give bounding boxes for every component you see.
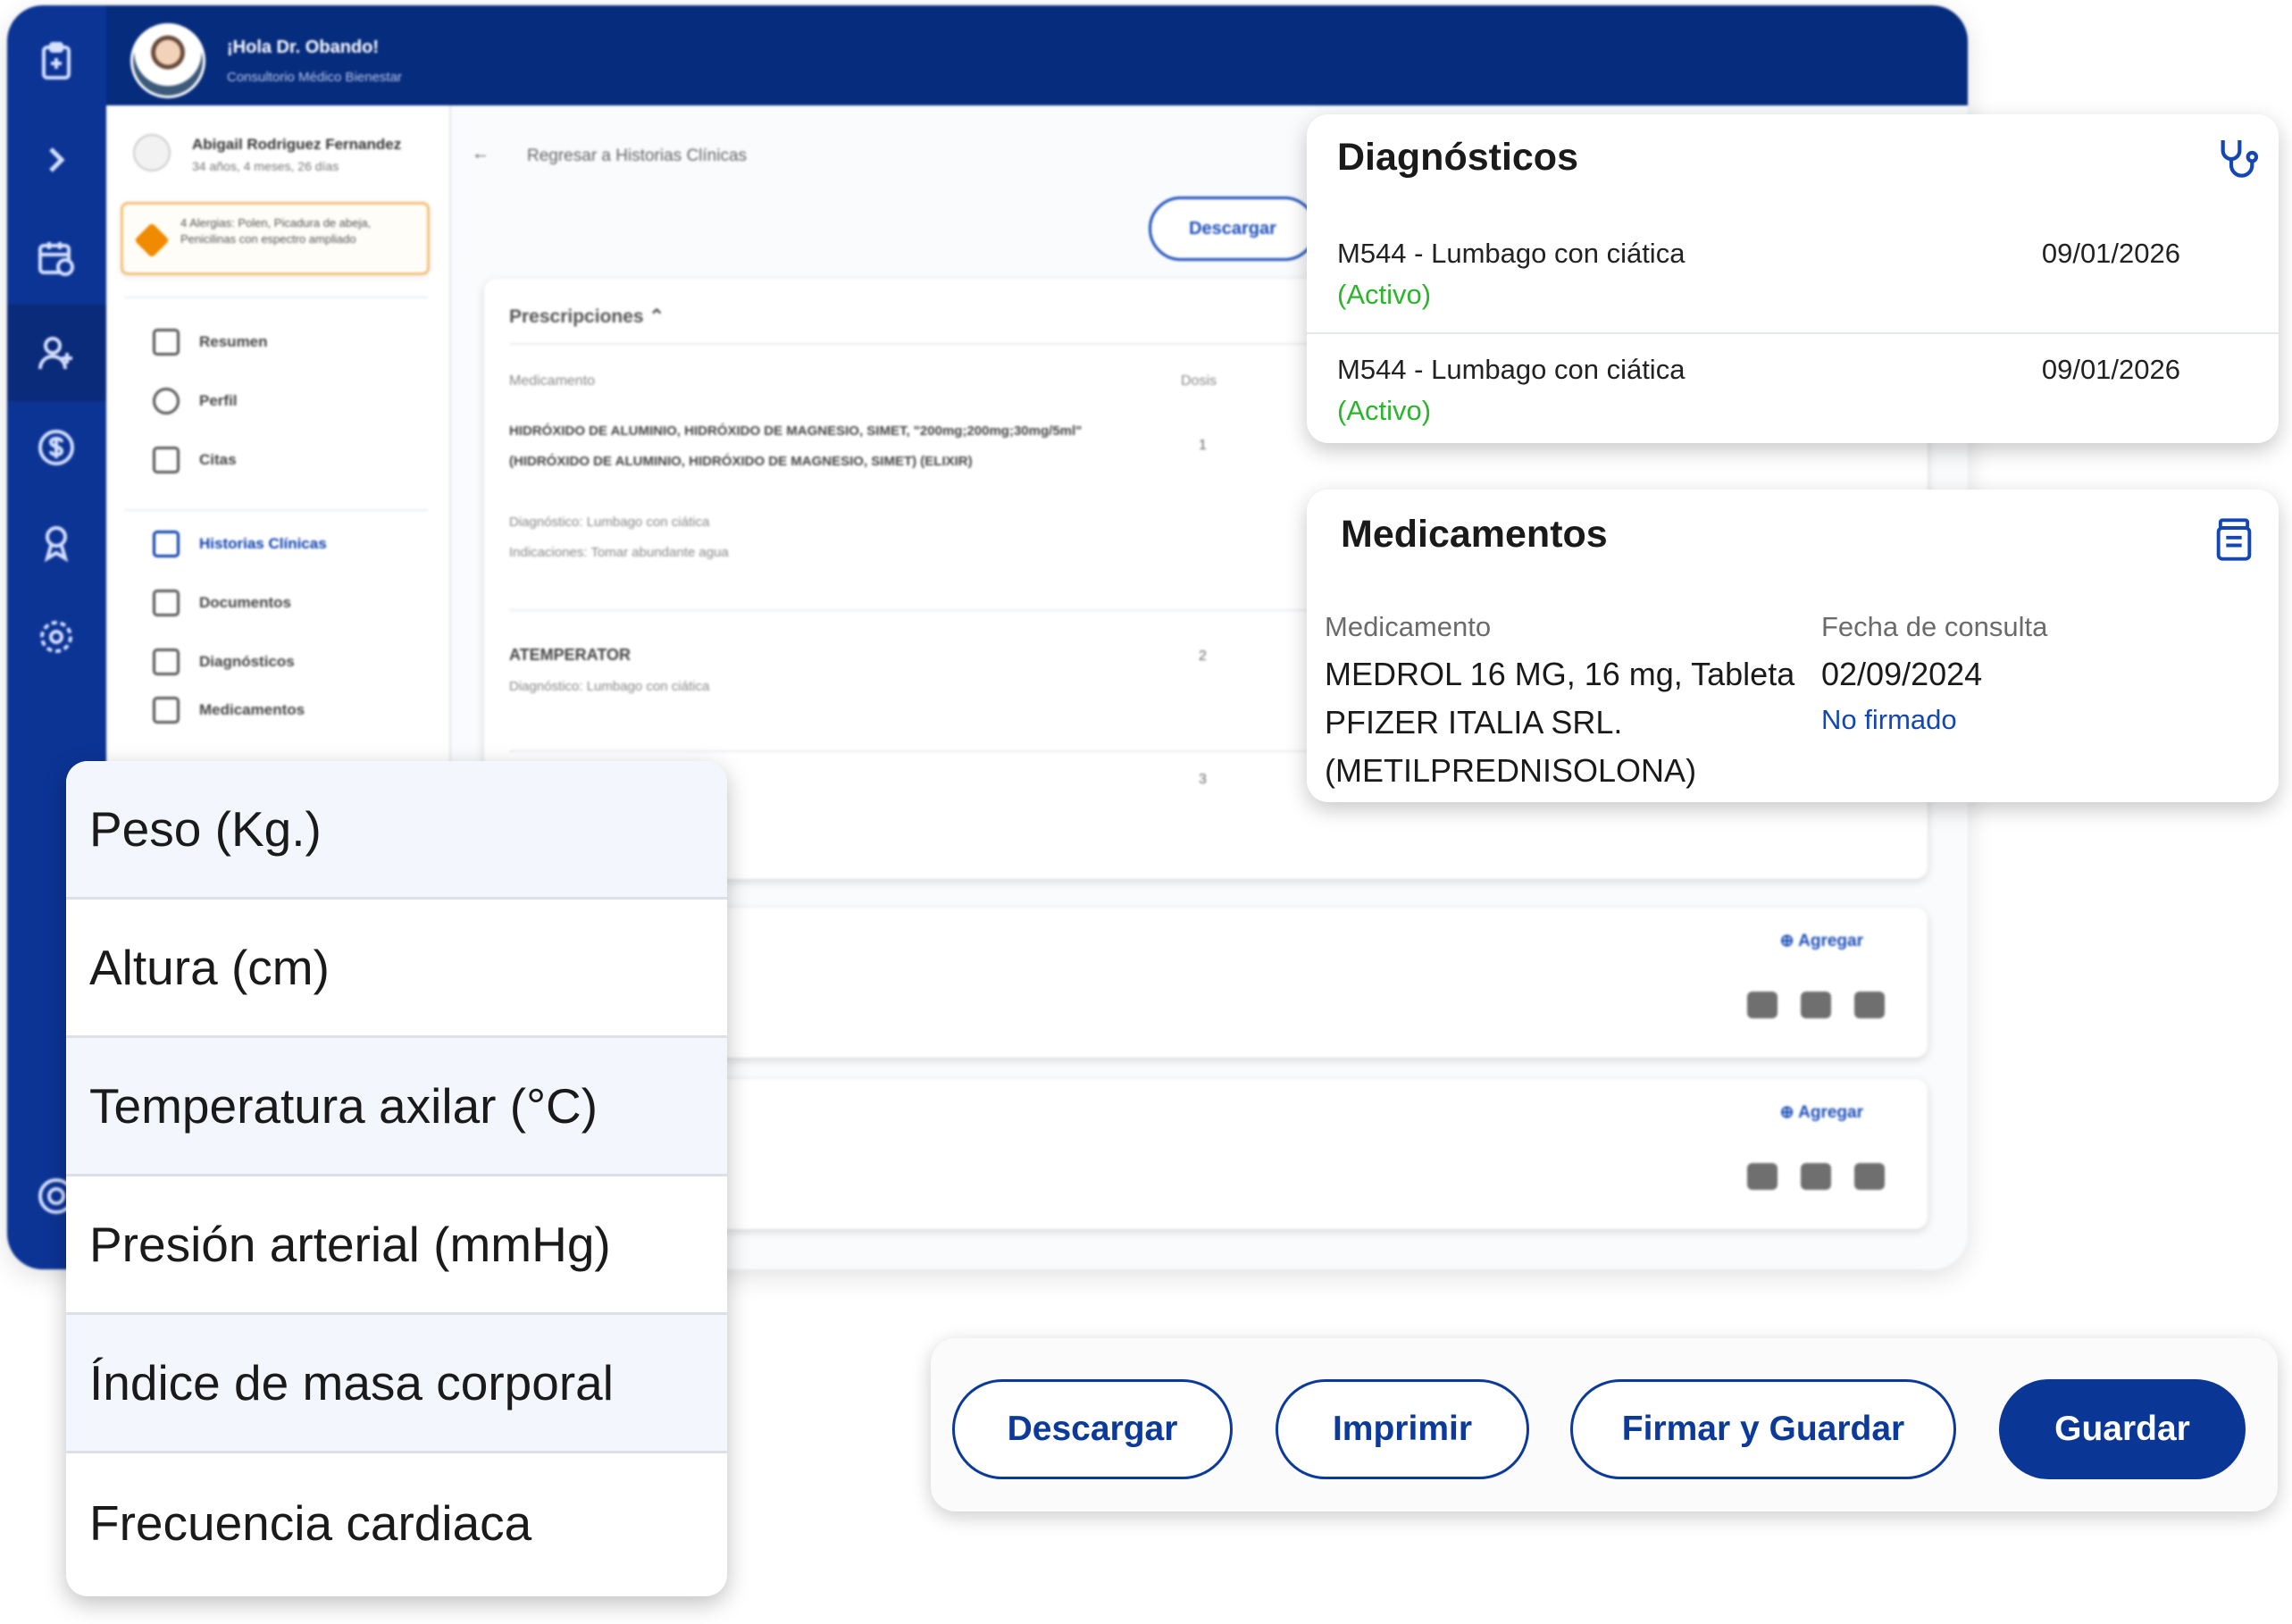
medication-name-line2: PFIZER ITALIA SRL. bbox=[1325, 704, 1623, 741]
eye-icon[interactable] bbox=[1747, 1163, 1778, 1190]
trash-icon[interactable] bbox=[1854, 1163, 1885, 1190]
prescriptions-title[interactable]: Prescripciones ⌃ bbox=[509, 306, 665, 328]
column-header-medicamento: Medicamento bbox=[1325, 611, 1492, 642]
doctor-avatar[interactable] bbox=[130, 23, 205, 98]
diagnosis-row[interactable]: M544 - Lumbago con ciática (Activo) 09/0… bbox=[1307, 343, 2279, 459]
diagnosis-date: 09/01/2026 bbox=[2041, 238, 2180, 269]
add-button[interactable]: ⊕ Agregar bbox=[1780, 931, 1863, 951]
dollar-icon[interactable] bbox=[32, 423, 80, 472]
column-header-fecha: Fecha de consulta bbox=[1821, 611, 2048, 642]
edit-icon[interactable] bbox=[1801, 1163, 1831, 1190]
medicamentos-card: Medicamentos Medicamento Fecha de consul… bbox=[1307, 490, 2279, 802]
clipboard-icon bbox=[153, 531, 180, 557]
column-header-medicamento: Medicamento bbox=[509, 373, 596, 389]
download-button[interactable]: Descargar bbox=[952, 1379, 1233, 1479]
sidebar-item-label: Historias Clínicas bbox=[199, 535, 327, 552]
eye-icon[interactable] bbox=[1747, 992, 1778, 1018]
sidebar-divider bbox=[124, 509, 428, 511]
diagnosis-code: M544 - Lumbago con ciática bbox=[1337, 238, 1686, 269]
sign-and-save-button[interactable]: Firmar y Guardar bbox=[1570, 1379, 1956, 1479]
sidebar-item-label: Citas bbox=[199, 451, 237, 468]
add-button[interactable]: ⊕ Agregar bbox=[1780, 1102, 1863, 1123]
patient-age: 34 años, 4 meses, 26 días bbox=[192, 159, 339, 173]
clipboard-icon bbox=[153, 649, 180, 675]
save-button[interactable]: Guardar bbox=[1999, 1379, 2246, 1479]
vitals-list: Peso (Kg.) Altura (cm) Temperatura axila… bbox=[66, 761, 727, 1596]
divider bbox=[1307, 332, 2279, 334]
sidebar-item-label: Medicamentos bbox=[199, 701, 305, 718]
sidebar-item-citas[interactable]: Citas bbox=[153, 447, 237, 473]
diagnosis-status: (Activo) bbox=[1337, 279, 1432, 310]
row-actions bbox=[1747, 1163, 1885, 1190]
print-button[interactable]: Imprimir bbox=[1276, 1379, 1529, 1479]
diagnosticos-title: Diagnósticos bbox=[1337, 136, 1578, 179]
sidebar-item-perfil[interactable]: Perfil bbox=[153, 388, 238, 414]
sidebar-item-diagnosticos[interactable]: Diagnósticos bbox=[153, 649, 295, 675]
diagnosis-row[interactable]: M544 - Lumbago con ciática (Activo) 09/0… bbox=[1307, 227, 2279, 343]
award-icon[interactable] bbox=[32, 518, 80, 566]
calendar-clock-icon[interactable] bbox=[32, 234, 80, 282]
action-button-bar: Descargar Imprimir Firmar y Guardar Guar… bbox=[931, 1338, 2278, 1511]
allergy-alert[interactable]: 4 Alergias: Polen, Picadura de abeja, Pe… bbox=[121, 202, 430, 275]
chevron-right-icon[interactable] bbox=[32, 136, 80, 184]
column-header-dosis: Dosis bbox=[1181, 373, 1217, 389]
vital-item-peso[interactable]: Peso (Kg.) bbox=[66, 761, 727, 900]
edit-icon[interactable] bbox=[1801, 992, 1831, 1018]
sidebar-item-label: Resumen bbox=[199, 333, 268, 350]
sidebar-item-historias-clinicas[interactable]: Historias Clínicas bbox=[153, 531, 327, 557]
prescription-drug-name: HIDRÓXIDO DE ALUMINIO, HIDRÓXIDO DE MAGN… bbox=[509, 423, 1083, 469]
stage: ¡Hola Dr. Obando! Consultorio Médico Bie… bbox=[0, 0, 2292, 1624]
stethoscope-icon[interactable] bbox=[2213, 134, 2263, 184]
folder-icon bbox=[153, 590, 180, 616]
diagnosis-code: M544 - Lumbago con ciática bbox=[1337, 354, 1686, 385]
prescription-dose: 2 bbox=[1199, 649, 1207, 664]
diagnosticos-card: Diagnósticos M544 - Lumbago con ciática … bbox=[1307, 114, 2279, 443]
back-link[interactable]: Regresar a Historias Clínicas bbox=[527, 146, 747, 166]
calendar-icon bbox=[153, 447, 180, 473]
allergy-text: 4 Alergias: Polen, Picadura de abeja, Pe… bbox=[180, 216, 372, 246]
prescription-diagnosis: Diagnóstico: Lumbago con ciática bbox=[509, 679, 710, 694]
vital-item-frecuencia[interactable]: Frecuencia cardiaca bbox=[66, 1453, 727, 1592]
sidebar-divider bbox=[124, 297, 428, 298]
grid-icon bbox=[153, 329, 180, 356]
patient-icon[interactable] bbox=[32, 329, 80, 377]
medication-name-line1: MEDROL 16 MG, 16 mg, Tableta bbox=[1325, 656, 1795, 692]
diagnosis-date: 09/01/2026 bbox=[2041, 354, 2180, 385]
person-icon bbox=[153, 388, 180, 414]
vital-item-imc[interactable]: Índice de masa corporal bbox=[66, 1315, 727, 1453]
trash-icon[interactable] bbox=[1854, 992, 1885, 1018]
sidebar-item-label: Diagnósticos bbox=[199, 653, 295, 670]
signature-status-link[interactable]: No firmado bbox=[1821, 704, 1957, 736]
prescription-dose: 3 bbox=[1199, 772, 1207, 787]
greeting-text: ¡Hola Dr. Obando! bbox=[227, 38, 379, 57]
settings-icon[interactable] bbox=[32, 613, 80, 661]
folder-icon bbox=[153, 697, 180, 724]
medication-name-line3: (METILPREDNISOLONA) bbox=[1325, 752, 1697, 789]
vital-item-temperatura[interactable]: Temperatura axilar (°C) bbox=[66, 1038, 727, 1176]
prescription-dose: 1 bbox=[1199, 438, 1207, 453]
top-header-bar bbox=[106, 5, 1968, 105]
vital-item-presion[interactable]: Presión arterial (mmHg) bbox=[66, 1176, 727, 1315]
vital-item-altura[interactable]: Altura (cm) bbox=[66, 900, 727, 1038]
diagnosis-status: (Activo) bbox=[1337, 395, 1432, 426]
sidebar-item-label: Perfil bbox=[199, 392, 238, 409]
clinic-name: Consultorio Médico Bienestar bbox=[227, 70, 402, 85]
prescription-indications: Indicaciones: Tomar abundante agua bbox=[509, 545, 729, 560]
sidebar-item-label: Documentos bbox=[199, 594, 291, 611]
prescription-drug-name: ATEMPERATOR bbox=[509, 646, 632, 664]
back-arrow-icon[interactable]: ← bbox=[472, 144, 489, 164]
patient-name: Abigail Rodriguez Fernandez bbox=[192, 136, 402, 153]
clipboard-logo-icon[interactable] bbox=[32, 38, 80, 86]
medication-date: 02/09/2024 bbox=[1821, 656, 1983, 692]
warning-icon bbox=[134, 222, 170, 258]
row-actions bbox=[1747, 992, 1885, 1018]
download-button-background[interactable]: Descargar bbox=[1149, 197, 1317, 261]
pill-bottle-icon[interactable] bbox=[2211, 515, 2257, 565]
sidebar-item-documentos[interactable]: Documentos bbox=[153, 590, 291, 616]
sidebar-item-medicamentos[interactable]: Medicamentos bbox=[153, 697, 305, 724]
prescription-diagnosis: Diagnóstico: Lumbago con ciática bbox=[509, 515, 710, 530]
patient-avatar-icon bbox=[133, 134, 171, 172]
sidebar-item-resumen[interactable]: Resumen bbox=[153, 329, 268, 356]
medicamentos-title: Medicamentos bbox=[1341, 513, 1608, 556]
